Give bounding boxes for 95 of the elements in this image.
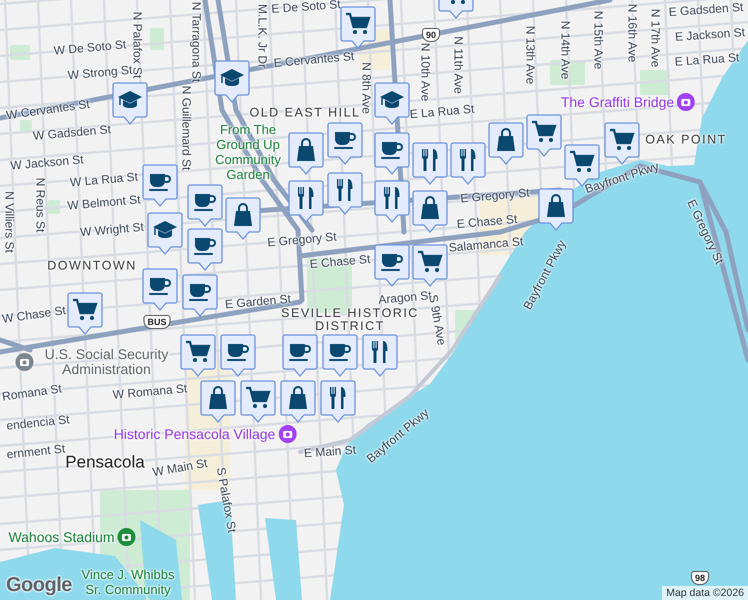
street-label: N Guillemard St: [180, 86, 192, 170]
street-label: W Chase St: [1, 304, 67, 326]
street-label: ernment St: [6, 442, 66, 462]
street-label: N 15th Ave: [592, 10, 604, 70]
shopping-bag-icon: [421, 196, 439, 219]
street-label: W Cervantes St: [6, 98, 90, 122]
street-label: W Romana St: [112, 382, 188, 402]
fork-and-knife-icon: [384, 187, 400, 209]
shopping-cart-icon: [610, 128, 635, 150]
street-label: W Strong St: [67, 64, 133, 82]
place-label: U.S. Social Security Administration: [44, 347, 170, 377]
fork-and-knife-icon: [337, 179, 352, 201]
street-label: E Gregory St: [266, 230, 338, 250]
shopping-bag-icon: [497, 128, 515, 151]
map-attribution[interactable]: Map data ©2026: [662, 586, 748, 600]
shopping-cart-icon: [246, 386, 271, 408]
coffee-cup-icon: [149, 278, 171, 295]
street-label: W La Rua St: [70, 170, 138, 190]
coffee-cup-icon: [334, 132, 356, 149]
graduation-cap-icon: [220, 69, 244, 86]
coffee-cup-icon: [329, 344, 351, 361]
shopping-cart-icon: [570, 150, 595, 172]
street-label: E De Soto St: [270, 0, 342, 16]
place-label: From The Ground Up Community Garden: [214, 122, 282, 182]
street-label: N Reus St: [34, 178, 46, 232]
shopping-cart-icon: [73, 298, 98, 320]
street-label: W Belmont St: [66, 193, 142, 213]
street-label: N Villiers St: [2, 191, 16, 253]
coffee-cup-icon: [381, 142, 403, 159]
street-label: N 13th Ave: [524, 26, 536, 84]
coffee-cup-icon: [289, 344, 311, 361]
street-label: N 11th Ave: [452, 36, 464, 94]
camera-icon: [677, 93, 696, 111]
street-label: E La Rua St: [674, 51, 740, 69]
street-label: N Palafox St: [130, 12, 144, 78]
place-label: Wahoos Stadium: [8, 530, 115, 544]
street-label: W Gadsden St: [32, 123, 112, 143]
graduation-cap-icon: [153, 221, 177, 238]
coffee-cup-icon: [381, 254, 403, 271]
street-label: E Gadsden St: [668, 0, 744, 20]
place-label: The Graffiti Bridge: [560, 94, 674, 110]
district-label: OLD EAST HILL: [250, 106, 360, 120]
district-label: SEVILLE HISTORIC DISTRICT: [280, 307, 420, 333]
route-shield: BUS: [144, 315, 170, 329]
coffee-cup-icon: [189, 284, 211, 301]
street-label: W Jackson St: [10, 153, 84, 173]
street-label: E Cervantes St: [273, 50, 355, 70]
street-label: N 10th Ave: [418, 42, 432, 102]
street-label: Salamanca St: [448, 235, 524, 255]
shopping-bag-icon: [297, 138, 315, 161]
street-label: E Chase St: [309, 252, 371, 272]
street-label: Romana St: [1, 382, 63, 404]
street-label: W De Soto St: [53, 38, 127, 58]
street-label: N 16th Ave: [626, 4, 638, 62]
street-label: S Palafox St: [214, 466, 238, 534]
district-label: DOWNTOWN: [47, 260, 137, 272]
fork-and-knife-icon: [330, 387, 346, 409]
fork-and-knife-icon: [372, 341, 388, 363]
shopping-cart-icon: [346, 12, 371, 34]
shopping-cart-icon: [418, 250, 443, 272]
place-label: Vince J. Whibbs Sr. Community: [80, 567, 176, 597]
street-label: N 17th Ave: [648, 8, 662, 68]
fork-and-knife-icon: [422, 149, 438, 171]
street-label: N 14th Ave: [558, 20, 572, 80]
fork-and-knife-icon: [298, 187, 314, 209]
city-label: Pensacola: [65, 452, 145, 472]
shopping-bag-icon: [289, 386, 307, 409]
park-area: [20, 120, 32, 132]
street-label: M.L.K. Jr Dr: [256, 4, 268, 68]
street-label: W Wright St: [80, 220, 144, 240]
shopping-bag-icon: [209, 386, 227, 409]
street-label: E Gregory St: [460, 186, 530, 206]
street-label: endencia St: [6, 413, 70, 433]
graduation-cap-icon: [380, 91, 404, 108]
shopping-bag-icon: [234, 203, 252, 226]
coffee-cup-icon: [149, 174, 171, 191]
google-logo[interactable]: Google: [6, 574, 72, 597]
street-label: E Jackson St: [674, 26, 746, 44]
street-label: W Main St: [152, 456, 208, 480]
street-label: N Tarragona St: [190, 2, 202, 82]
street-label: E Main St: [304, 444, 356, 460]
shopping-cart-icon: [186, 340, 211, 362]
coffee-cup-icon: [194, 194, 216, 211]
street-label: N 8th Ave: [360, 62, 372, 114]
street-label: E Chase St: [456, 212, 518, 232]
shopping-cart-icon: [532, 120, 557, 142]
shopping-bag-icon: [547, 194, 565, 217]
graduation-cap-icon: [118, 91, 142, 108]
place-label: Historic Pensacola Village: [114, 426, 276, 442]
coffee-cup-icon: [227, 344, 249, 361]
shopping-cart-icon: [451, 0, 465, 4]
street-label: E La Rua St: [409, 102, 475, 122]
coffee-cup-icon: [194, 238, 216, 255]
fork-and-knife-icon: [460, 149, 476, 171]
park-area: [550, 60, 585, 85]
